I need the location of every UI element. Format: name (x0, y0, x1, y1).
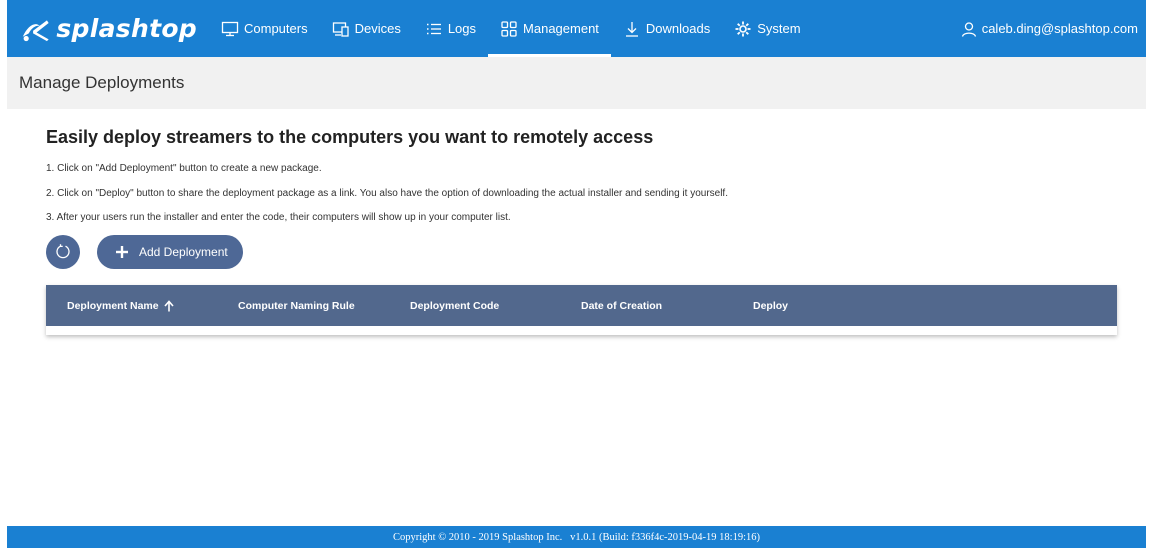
nav-item-system[interactable]: System (722, 0, 812, 57)
table-header: Deployment Name Computer Naming Rule Dep… (46, 285, 1117, 326)
column-header-computer-naming-rule[interactable]: Computer Naming Rule (238, 285, 355, 326)
list-icon (425, 20, 443, 38)
refresh-icon (54, 243, 72, 261)
instruction-step-2: 2. Click on "Deploy" button to share the… (46, 188, 728, 199)
column-header-deployment-name[interactable]: Deployment Name (67, 285, 174, 326)
download-icon (623, 20, 641, 38)
instruction-step-3: 3. After your users run the installer an… (46, 212, 511, 223)
add-deployment-label: Add Deployment (139, 245, 228, 259)
instruction-step-1: 1. Click on "Add Deployment" button to c… (46, 163, 322, 174)
nav-item-devices[interactable]: Devices (320, 0, 413, 57)
user-account-menu[interactable]: caleb.ding@splashtop.com (961, 0, 1138, 57)
top-navigation-bar: splashtop Computers Devices Logs Managem… (7, 0, 1146, 57)
sort-ascending-icon (164, 299, 174, 312)
window-edge-right (1146, 0, 1151, 548)
nav-menu: Computers Devices Logs Management Downlo… (209, 0, 813, 57)
nav-item-downloads[interactable]: Downloads (611, 0, 722, 57)
nav-label-logs: Logs (447, 21, 477, 36)
page-header: Manage Deployments (7, 57, 1146, 109)
column-label-computer-naming-rule: Computer Naming Rule (238, 299, 355, 312)
nav-label-computers: Computers (244, 21, 308, 36)
nav-item-computers[interactable]: Computers (209, 0, 320, 57)
add-deployment-button[interactable]: Add Deployment (97, 235, 243, 269)
refresh-button[interactable] (46, 235, 80, 269)
column-label-date-of-creation: Date of Creation (581, 299, 663, 312)
gear-icon (734, 20, 752, 38)
brand-name: splashtop (56, 14, 197, 43)
main-heading: Easily deploy streamers to the computers… (46, 127, 654, 147)
page-title: Manage Deployments (19, 73, 185, 92)
nav-label-management: Management (523, 21, 599, 36)
copyright-text: Copyright © 2010 - 2019 Splashtop Inc. v… (393, 531, 760, 543)
column-label-deploy: Deploy (753, 299, 789, 312)
nav-label-system: System (757, 21, 801, 36)
column-header-deploy[interactable]: Deploy (753, 285, 788, 326)
user-icon (961, 21, 977, 37)
user-email: caleb.ding@splashtop.com (981, 21, 1138, 36)
column-label-deployment-code: Deployment Code (410, 299, 500, 312)
footer: Copyright © 2010 - 2019 Splashtop Inc. v… (7, 526, 1146, 548)
nav-item-management[interactable]: Management (488, 0, 611, 57)
nav-label-downloads: Downloads (645, 21, 711, 36)
column-header-deployment-code[interactable]: Deployment Code (410, 285, 499, 326)
column-label-deployment-name: Deployment Name (67, 299, 159, 312)
monitor-icon (221, 20, 239, 38)
deployments-table: Deployment Name Computer Naming Rule Dep… (46, 285, 1117, 335)
splashtop-logo-icon (22, 19, 49, 41)
nav-item-logs[interactable]: Logs (413, 0, 488, 57)
column-header-date-of-creation[interactable]: Date of Creation (581, 285, 662, 326)
grid-icon (500, 20, 518, 38)
table-body-empty (46, 326, 1117, 335)
nav-label-devices: Devices (354, 21, 401, 36)
window-edge-left (0, 0, 7, 548)
plus-icon (115, 245, 129, 259)
splashtop-logo[interactable]: splashtop (21, 0, 197, 57)
devices-icon (332, 20, 350, 38)
